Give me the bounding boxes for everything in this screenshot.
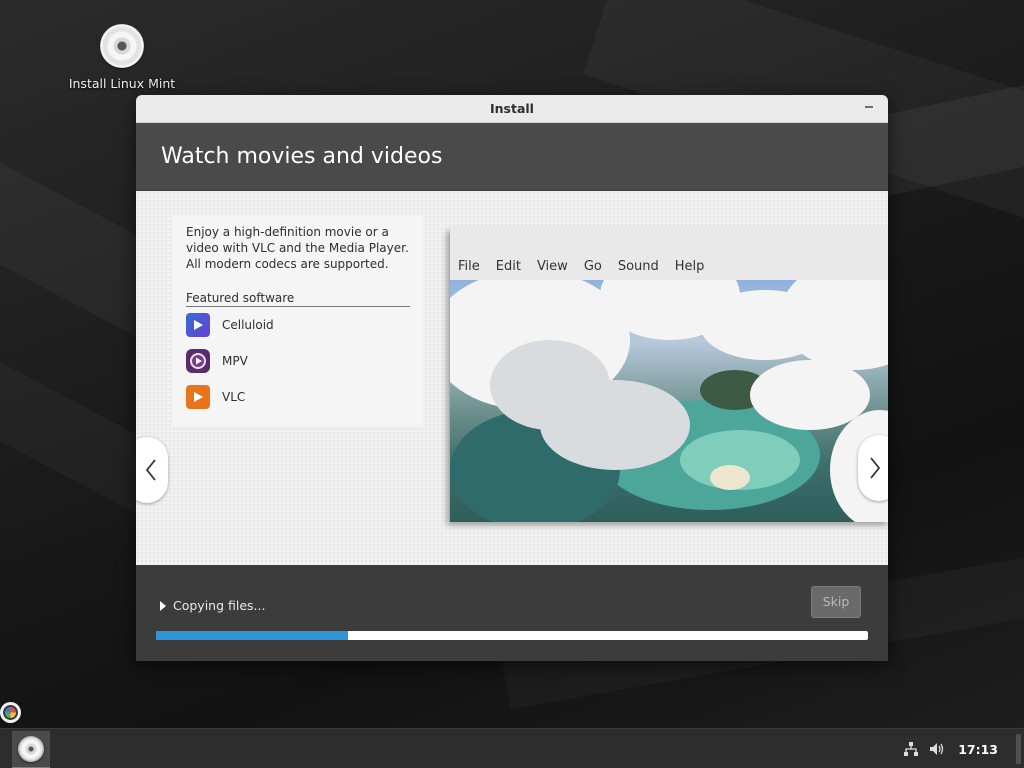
player-menu-go: Go bbox=[583, 258, 602, 274]
status-text: Copying files... bbox=[173, 598, 266, 613]
software-item: Celluloid bbox=[186, 307, 410, 343]
software-item: MPV bbox=[186, 343, 410, 379]
slide-header: Watch movies and videos bbox=[136, 123, 888, 190]
minimize-icon bbox=[865, 106, 873, 108]
show-desktop-button[interactable] bbox=[1016, 734, 1021, 764]
previous-slide-button[interactable] bbox=[136, 437, 168, 503]
celluloid-icon bbox=[186, 313, 210, 337]
window-titlebar[interactable]: Install bbox=[136, 95, 888, 123]
disc-icon bbox=[18, 736, 44, 762]
player-menu-file: File bbox=[458, 258, 480, 274]
desktop-icon-label: Install Linux Mint bbox=[68, 76, 176, 91]
install-progress-bar bbox=[156, 631, 868, 640]
disc-icon bbox=[100, 24, 144, 68]
player-menu-sound: Sound bbox=[617, 258, 659, 274]
expander-arrow-icon bbox=[160, 600, 166, 611]
software-item: VLC bbox=[186, 379, 410, 415]
slide-description: Enjoy a high-definition movie or a video… bbox=[186, 225, 409, 271]
mint-logo-icon[interactable] bbox=[0, 702, 21, 723]
taskbar-install-app[interactable] bbox=[12, 731, 50, 768]
progress-fill bbox=[156, 631, 349, 640]
status-expander[interactable]: Copying files... bbox=[159, 598, 265, 613]
window-title: Install bbox=[490, 101, 534, 116]
chevron-right-icon bbox=[870, 457, 881, 479]
media-player-screenshot: File Edit View Go Sound Help bbox=[450, 228, 888, 522]
next-slide-button[interactable] bbox=[858, 435, 888, 501]
slide-heading: Watch movies and videos bbox=[161, 144, 443, 169]
network-icon[interactable] bbox=[902, 740, 920, 758]
video-frame-aerial-clouds bbox=[450, 280, 888, 522]
player-menu-edit: Edit bbox=[495, 258, 521, 274]
mpv-icon bbox=[186, 349, 210, 373]
player-menu-view: View bbox=[536, 258, 568, 274]
clock[interactable]: 17:13 bbox=[958, 742, 998, 757]
software-name: VLC bbox=[222, 390, 246, 404]
volume-icon[interactable] bbox=[928, 740, 946, 758]
chevron-left-icon bbox=[145, 459, 156, 481]
system-tray: 17:13 bbox=[902, 729, 1024, 768]
desktop-icon-install[interactable]: Install Linux Mint bbox=[58, 22, 186, 91]
skip-button[interactable]: Skip bbox=[811, 586, 861, 618]
install-window: Install Watch movies and videos Enjoy a … bbox=[136, 95, 888, 661]
vlc-icon bbox=[186, 385, 210, 409]
player-menu-help: Help bbox=[674, 258, 705, 274]
player-menubar: File Edit View Go Sound Help bbox=[450, 252, 888, 280]
slideshow-panel: Enjoy a high-definition movie or a video… bbox=[136, 191, 888, 565]
taskbar: 17:13 bbox=[0, 728, 1024, 768]
minimize-button[interactable] bbox=[860, 99, 878, 117]
info-card: Enjoy a high-definition movie or a video… bbox=[173, 216, 423, 426]
software-name: Celluloid bbox=[222, 318, 274, 332]
software-name: MPV bbox=[222, 354, 248, 368]
featured-software-title: Featured software bbox=[186, 291, 410, 307]
